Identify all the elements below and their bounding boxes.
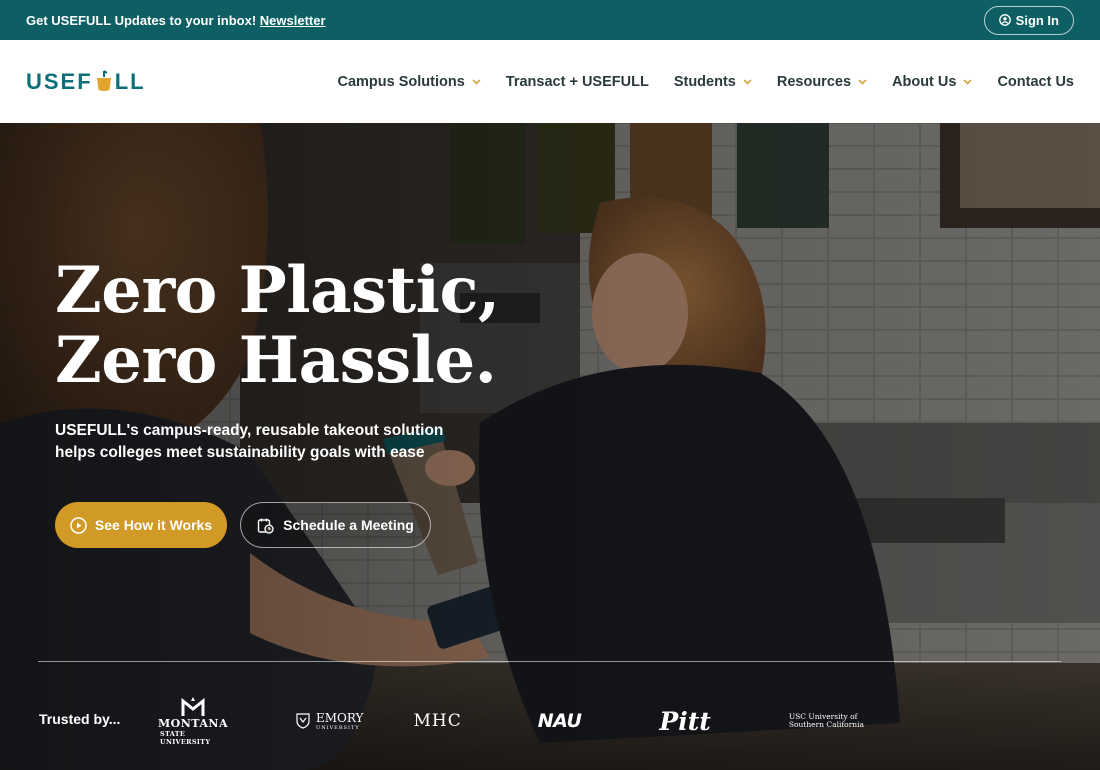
nav-item-students[interactable]: Students [674,74,752,90]
chevron-down-icon [472,78,481,85]
nav-item-label: About Us [892,73,957,90]
usc-logo: USC University of Southern California [789,695,864,747]
mhc-logo: MHC [413,711,462,731]
nav-menu: Campus Solutions Transact + USEFULL Stud… [313,74,1075,90]
see-how-it-works-button[interactable]: See How it Works [55,502,227,548]
schedule-meeting-label: Schedule a Meeting [283,517,414,533]
play-circle-icon [70,516,87,534]
sign-in-label: Sign In [1015,12,1059,28]
announcement-bar: Get USEFULL Updates to your inbox! Newsl… [0,0,1100,40]
announcement-text: Get USEFULL Updates to your inbox! Newsl… [26,13,326,28]
usc-line-2: Southern California [788,720,864,729]
logo-text-left: USEF [26,68,93,94]
chevron-down-icon [743,78,752,85]
nav-item-label: Campus Solutions [337,73,465,90]
newsletter-link[interactable]: Newsletter [260,13,326,28]
emory-shield-icon [296,713,310,729]
nav-item-campus-solutions[interactable]: Campus Solutions [338,74,481,90]
chevron-down-icon [858,78,867,85]
nav-item-label: Transact + USEFULL [505,73,649,90]
montana-line-1: MONTANA [157,716,229,730]
nav-item-label: Resources [776,73,852,90]
nav-item-transact-usefull[interactable]: Transact + USEFULL [506,74,649,90]
nav-item-label: Contact Us [997,73,1074,90]
hero-title-line-1: Zero Plastic, [55,253,500,328]
trusted-by-label: Trusted by... [39,711,121,727]
user-circle-icon [998,14,1011,26]
nav-item-resources[interactable]: Resources [777,74,867,90]
schedule-meeting-button[interactable]: Schedule a Meeting [240,502,431,548]
emory-line-1: EMORY [316,711,364,725]
cup-logo-icon [96,69,111,91]
usefull-logo[interactable]: USEF LL [26,69,146,95]
nav-item-about-us[interactable]: About Us [892,74,972,90]
emory-line-2: UNIVERSITY [316,725,360,731]
see-how-it-works-label: See How it Works [94,517,213,533]
hero-title: Zero Plastic, Zero Hassle. [55,256,575,396]
nav-item-contact-us[interactable]: Contact Us [997,74,1074,90]
chevron-down-icon [963,78,972,85]
nav-item-label: Students [673,73,736,90]
hero-title-line-2: Zero Hassle. [55,323,497,398]
pitt-logo: Pitt [659,706,711,736]
nau-logo: NAU [537,710,582,732]
university-logos: MONTANA STATE UNIVERSITY EMORY UNIVERSIT… [157,695,864,747]
hero-section: Zero Plastic, Zero Hassle. USEFULL's cam… [0,123,1100,770]
montana-m-icon [181,696,205,716]
montana-line-2: STATE UNIVERSITY [160,729,211,746]
hero-divider [38,661,1061,662]
calendar-clock-icon [257,518,274,534]
main-nav: USEF LL Campus Solutions Transact + USEF… [0,40,1100,123]
sign-in-button[interactable]: Sign In [983,5,1074,35]
logo-text-right: LL [114,68,146,94]
hero-subtitle: USEFULL's campus-ready, reusable takeout… [55,422,444,461]
emory-logo: EMORY UNIVERSITY [296,695,363,747]
montana-state-logo: MONTANA STATE UNIVERSITY [157,695,229,747]
announcement-message: Get USEFULL Updates to your inbox! [26,12,257,28]
